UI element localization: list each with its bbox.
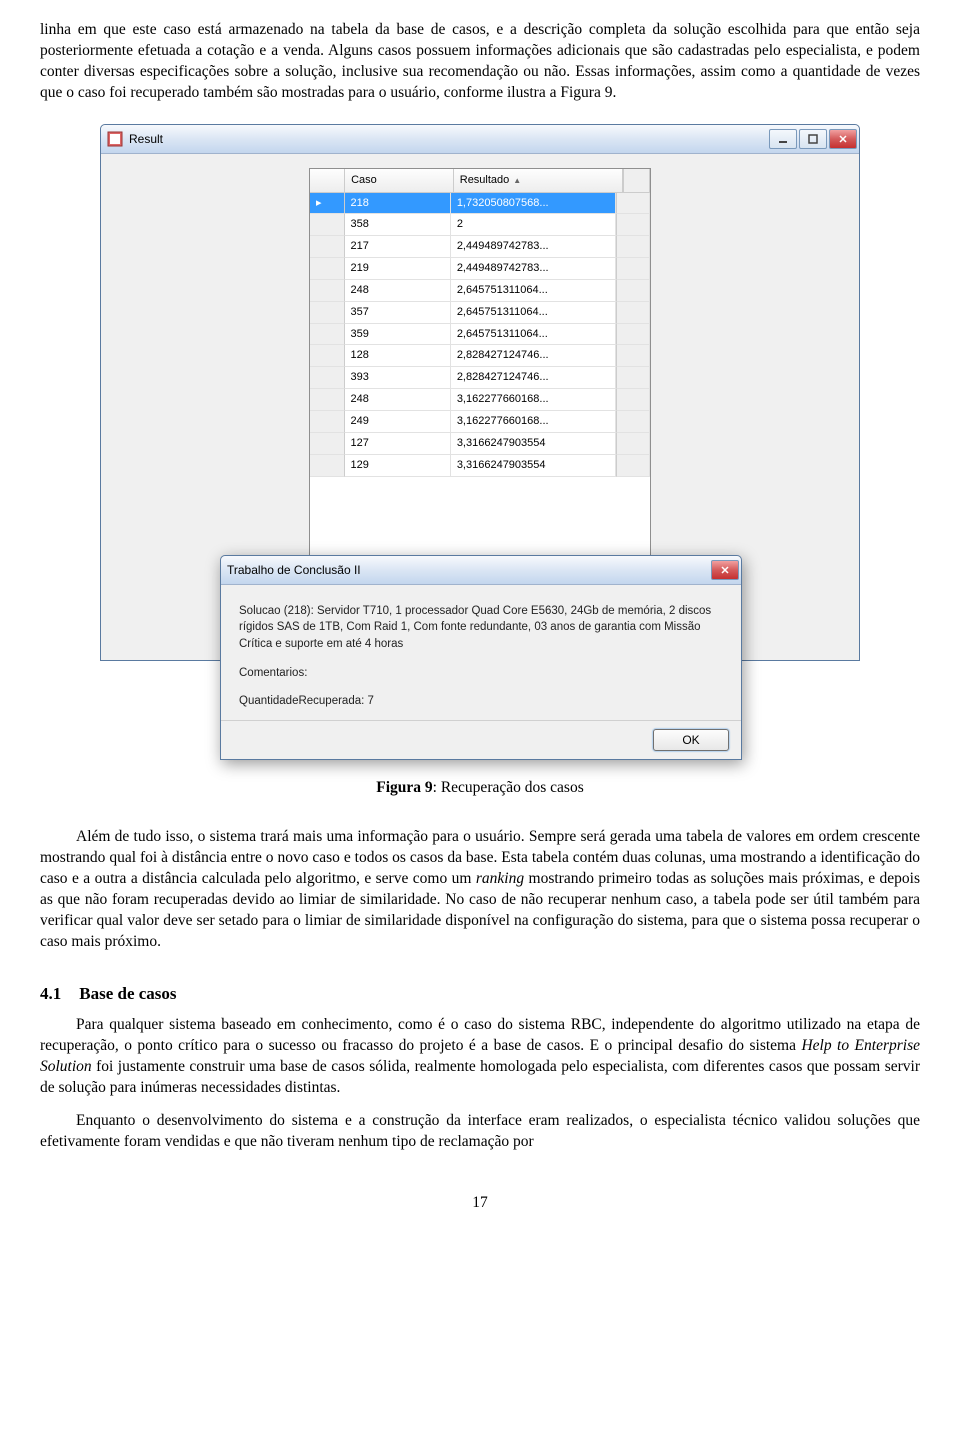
dialog-close-button[interactable] bbox=[711, 560, 739, 580]
paragraph-3b: Enquanto o desenvolvimento do sistema e … bbox=[40, 1111, 920, 1153]
ok-button[interactable]: OK bbox=[653, 729, 729, 751]
cell-caso: 393 bbox=[345, 367, 451, 389]
scroll-gutter bbox=[616, 302, 650, 324]
row-header bbox=[310, 214, 345, 236]
dialog-title: Trabalho de Conclusão II bbox=[227, 562, 361, 578]
row-header bbox=[310, 258, 345, 280]
close-button[interactable] bbox=[829, 129, 857, 149]
row-header bbox=[310, 280, 345, 302]
sort-asc-icon: ▲ bbox=[513, 176, 521, 185]
page-number: 17 bbox=[40, 1193, 920, 1214]
cell-resultado: 3,162277660168... bbox=[451, 389, 616, 411]
row-header bbox=[310, 455, 345, 477]
cell-caso: 358 bbox=[345, 214, 451, 236]
cell-resultado: 2,449489742783... bbox=[451, 236, 616, 258]
dialog-solution-text: Solucao (218): Servidor T710, 1 processa… bbox=[239, 603, 723, 653]
col-caso[interactable]: Caso bbox=[345, 169, 454, 193]
table-row[interactable]: ▸2181,732050807568... bbox=[310, 193, 650, 215]
scroll-header bbox=[623, 169, 650, 193]
table-row[interactable]: 2192,449489742783... bbox=[310, 258, 650, 280]
cell-resultado: 2,645751311064... bbox=[451, 302, 616, 324]
table-row[interactable]: 3592,645751311064... bbox=[310, 324, 650, 346]
paragraph-2: Além de tudo isso, o sistema trará mais … bbox=[40, 827, 920, 953]
figure-caption: Figura 9: Recuperação dos casos bbox=[40, 778, 920, 799]
cell-resultado: 3,3166247903554 bbox=[451, 433, 616, 455]
scroll-gutter bbox=[616, 455, 650, 477]
cell-caso: 127 bbox=[345, 433, 451, 455]
cell-resultado: 2,449489742783... bbox=[451, 258, 616, 280]
cell-resultado: 1,732050807568... bbox=[451, 193, 616, 215]
dialog-body: Solucao (218): Servidor T710, 1 processa… bbox=[221, 585, 741, 720]
row-header bbox=[310, 433, 345, 455]
table-row[interactable]: 3582 bbox=[310, 214, 650, 236]
cell-caso: 217 bbox=[345, 236, 451, 258]
section-heading-4-1: 4.1Base de casos bbox=[40, 983, 920, 1006]
row-header bbox=[310, 324, 345, 346]
cell-resultado: 2 bbox=[451, 214, 616, 236]
dialog-quantity-text: QuantidadeRecuperada: 7 bbox=[239, 693, 723, 710]
table-row[interactable]: 1293,3166247903554 bbox=[310, 455, 650, 477]
scroll-gutter bbox=[616, 367, 650, 389]
scroll-gutter bbox=[616, 433, 650, 455]
cell-resultado: 2,828427124746... bbox=[451, 345, 616, 367]
table-row[interactable]: 1273,3166247903554 bbox=[310, 433, 650, 455]
col-resultado[interactable]: Resultado▲ bbox=[454, 169, 623, 193]
cell-resultado: 2,828427124746... bbox=[451, 367, 616, 389]
cell-resultado: 3,3166247903554 bbox=[451, 455, 616, 477]
scroll-gutter bbox=[616, 345, 650, 367]
table-row[interactable]: 3572,645751311064... bbox=[310, 302, 650, 324]
paragraph-3a: Para qualquer sistema baseado em conheci… bbox=[40, 1015, 920, 1099]
row-header bbox=[310, 389, 345, 411]
scroll-gutter bbox=[616, 258, 650, 280]
result-titlebar[interactable]: Result bbox=[101, 125, 859, 154]
results-grid[interactable]: Caso Resultado▲ ▸2181,732050807568...358… bbox=[309, 168, 651, 564]
table-row[interactable]: 1282,828427124746... bbox=[310, 345, 650, 367]
app-icon bbox=[107, 131, 123, 147]
cell-caso: 218 bbox=[345, 193, 451, 215]
cell-resultado: 3,162277660168... bbox=[451, 411, 616, 433]
figure-9: Result Caso Resultado▲ ▸2181,73205080756… bbox=[100, 124, 860, 760]
cell-caso: 249 bbox=[345, 411, 451, 433]
maximize-button[interactable] bbox=[799, 129, 827, 149]
scroll-gutter bbox=[616, 389, 650, 411]
scroll-gutter bbox=[616, 324, 650, 346]
row-header: ▸ bbox=[310, 193, 345, 215]
row-header bbox=[310, 302, 345, 324]
cell-caso: 357 bbox=[345, 302, 451, 324]
cell-caso: 129 bbox=[345, 455, 451, 477]
dialog-titlebar[interactable]: Trabalho de Conclusão II bbox=[221, 556, 741, 585]
row-header bbox=[310, 236, 345, 258]
scroll-gutter bbox=[616, 193, 650, 215]
dialog-comments-label: Comentarios: bbox=[239, 665, 723, 682]
window-title: Result bbox=[129, 131, 163, 147]
grid-corner bbox=[310, 169, 345, 193]
scroll-gutter bbox=[616, 411, 650, 433]
cell-caso: 128 bbox=[345, 345, 451, 367]
table-row[interactable]: 2172,449489742783... bbox=[310, 236, 650, 258]
scroll-gutter bbox=[616, 214, 650, 236]
paragraph-1: linha em que este caso está armazenado n… bbox=[40, 20, 920, 104]
cell-caso: 219 bbox=[345, 258, 451, 280]
cell-caso: 248 bbox=[345, 280, 451, 302]
table-row[interactable]: 2482,645751311064... bbox=[310, 280, 650, 302]
table-row[interactable]: 2483,162277660168... bbox=[310, 389, 650, 411]
row-header bbox=[310, 345, 345, 367]
detail-dialog: Trabalho de Conclusão II Solucao (218): … bbox=[220, 555, 742, 760]
row-header bbox=[310, 367, 345, 389]
scroll-gutter bbox=[616, 280, 650, 302]
table-row[interactable]: 2493,162277660168... bbox=[310, 411, 650, 433]
cell-resultado: 2,645751311064... bbox=[451, 280, 616, 302]
cell-caso: 359 bbox=[345, 324, 451, 346]
scroll-gutter bbox=[616, 236, 650, 258]
grid-header-row: Caso Resultado▲ bbox=[310, 169, 650, 193]
table-row[interactable]: 3932,828427124746... bbox=[310, 367, 650, 389]
cell-caso: 248 bbox=[345, 389, 451, 411]
minimize-button[interactable] bbox=[769, 129, 797, 149]
row-header bbox=[310, 411, 345, 433]
cell-resultado: 2,645751311064... bbox=[451, 324, 616, 346]
